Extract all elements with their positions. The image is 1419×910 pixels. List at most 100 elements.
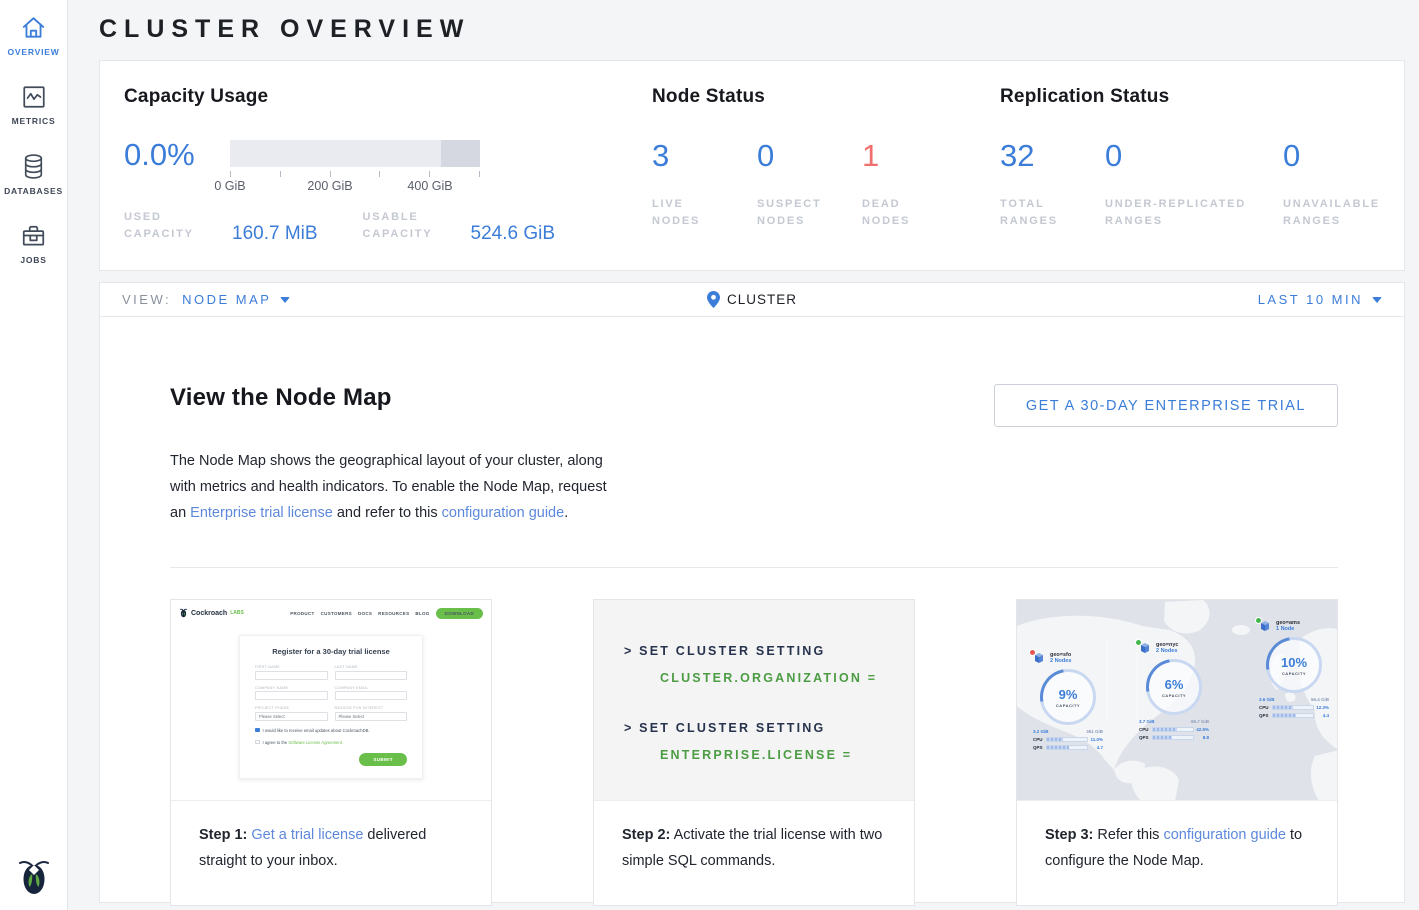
sql-command: > SET CLUSTER SETTING [624,721,914,735]
locality-sfo: geo=sfo2 Nodes 9% CAPACITY 3.2 GiB351 Gi… [1029,652,1107,750]
step-1-caption: Step 1: Get a trial license delivered st… [171,801,491,905]
sidebar: OVERVIEW METRICS DATABASES [0,0,68,910]
total-ranges-label: TOTALRANGES [1000,196,1105,230]
cockroach-labs-mini-logo: CockroachLABS [179,607,244,619]
replication-status-title: Replication Status [1000,86,1404,108]
cockroach-logo [0,856,67,898]
get-trial-license-link[interactable]: Get a trial license [251,827,363,843]
sql-commands-thumbnail: > SET CLUSTER SETTING CLUSTER.ORGANIZATI… [594,600,914,801]
sql-command: > SET CLUSTER SETTING [624,644,914,658]
description-text: . [564,505,568,521]
node-map-panel: View the Node Map GET A 30-DAY ENTERPRIS… [99,316,1405,903]
time-range-dropdown[interactable]: LAST 10 MIN [1258,292,1382,307]
step-3-card: geo=sfo2 Nodes 9% CAPACITY 3.2 GiB351 Gi… [1016,599,1338,906]
sql-setting: CLUSTER.ORGANIZATION = [660,671,914,685]
enterprise-trial-license-link[interactable]: Enterprise trial license [190,505,333,521]
capacity-bar-reserved-segment [441,140,480,167]
home-icon [20,15,47,41]
divider [170,567,1338,568]
unavailable-ranges-label: UNAVAILABLERANGES [1283,196,1380,230]
sidebar-item-label: OVERVIEW [7,47,59,57]
chevron-down-icon [1372,297,1382,303]
trial-license-form: Register for a 30-day trial license FIRS… [239,635,423,779]
step-3-caption: Step 3: Refer this configuration guide t… [1017,801,1337,905]
mini-submit-button: SUBMIT [359,753,407,766]
dead-nodes-value: 1 [862,140,967,172]
live-nodes-label: LIVENODES [652,196,757,230]
chevron-down-icon [280,297,290,303]
capacity-usage-section: Capacity Usage 0.0% 0 GiB 200 GiB 400 Gi… [124,86,652,270]
database-icon [21,153,46,180]
tick-label: 400 GiB [407,179,452,193]
sidebar-item-databases[interactable]: DATABASES [0,138,67,208]
enterprise-trial-button[interactable]: GET A 30-DAY ENTERPRISE TRIAL [994,384,1338,427]
view-label: VIEW: [122,292,171,307]
cluster-overview-page: OVERVIEW METRICS DATABASES [0,0,1419,910]
sidebar-item-metrics[interactable]: METRICS [0,69,67,138]
used-capacity-label: USED CAPACITY [124,209,220,243]
sidebar-item-label: METRICS [12,116,56,126]
capacity-gauge: 9% CAPACITY [1040,669,1096,725]
briefcase-icon [20,223,47,249]
mini-form-title: Register for a 30-day trial license [255,647,407,656]
tick-label: 0 GiB [214,179,245,193]
unavailable-ranges-stat: 0 UNAVAILABLERANGES [1283,140,1380,230]
live-status-dot [1135,639,1142,646]
capacity-percent: 0.0% [124,140,230,170]
view-toolbar: VIEW: NODE MAP CLUSTER LAST 10 MIN [99,282,1405,317]
total-ranges-value: 32 [1000,140,1105,172]
registration-page-thumbnail: CockroachLABS PRODUCTCUSTOMERSDOCSRESOUR… [171,600,491,801]
capacity-gauge: 10% CAPACITY [1266,637,1322,693]
dead-nodes-stat: 1 DEADNODES [862,140,967,230]
mini-site-nav: PRODUCTCUSTOMERSDOCSRESOURCESBLOG DOWNLO… [290,608,483,619]
sidebar-item-overview[interactable]: OVERVIEW [0,0,67,69]
live-nodes-stat: 3 LIVENODES [652,140,757,230]
sql-setting: ENTERPRISE.LICENSE = [660,748,914,762]
node-map-description: The Node Map shows the geographical layo… [170,448,622,526]
description-text: and refer to this [333,505,442,521]
live-nodes-value: 3 [652,140,757,172]
usable-capacity-label: USABLE CAPACITY [363,209,459,243]
step-1-card: CockroachLABS PRODUCTCUSTOMERSDOCSRESOUR… [170,599,492,906]
sidebar-item-label: JOBS [20,255,46,265]
used-capacity-value: 160.7 MiB [232,224,318,243]
locality-nyc: geo=nyc2 Nodes 6% CAPACITY 3.7 GiB65.7 G… [1135,642,1213,740]
capacity-axis-labels: 0 GiB 200 GiB 400 GiB [230,179,480,196]
capacity-bar-chart: 0 GiB 200 GiB 400 GiB [230,140,480,196]
live-status-dot [1255,617,1262,624]
node-map-heading: View the Node Map [170,384,392,412]
configuration-guide-link[interactable]: configuration guide [442,505,565,521]
capacity-axis-ticks [230,171,480,177]
unavailable-ranges-value: 0 [1283,140,1380,172]
node-map-thumbnail: geo=sfo2 Nodes 9% CAPACITY 3.2 GiB351 Gi… [1017,600,1337,801]
cluster-summary-card: Capacity Usage 0.0% 0 GiB 200 GiB 400 Gi… [99,60,1405,271]
locality-ams: geo=ams1 Node 10% CAPACITY 3.6 GiB56.4 G… [1255,620,1333,718]
locality-breadcrumb: CLUSTER [727,292,797,307]
under-replicated-ranges-stat: 0 UNDER-REPLICATEDRANGES [1105,140,1283,230]
capacity-gauge: 6% CAPACITY [1146,659,1202,715]
suspect-nodes-stat: 0 SUSPECTNODES [757,140,862,230]
usable-capacity-value: 524.6 GiB [471,224,556,243]
step-2-card: > SET CLUSTER SETTING CLUSTER.ORGANIZATI… [593,599,915,906]
sidebar-item-jobs[interactable]: JOBS [0,208,67,277]
node-status-section: Node Status 3 LIVENODES 0 SUSPECTNODES 1… [652,86,1000,270]
mini-download-button: DOWNLOAD [436,608,483,619]
main-content: CLUSTER OVERVIEW Capacity Usage 0.0% 0 G… [69,0,1419,910]
under-replicated-ranges-label: UNDER-REPLICATEDRANGES [1105,196,1283,230]
total-ranges-stat: 32 TOTALRANGES [1000,140,1105,230]
usable-capacity-stat: USABLE CAPACITY 524.6 GiB [363,209,556,243]
node-status-title: Node Status [652,86,1000,108]
suspect-nodes-label: SUSPECTNODES [757,196,862,230]
configuration-guide-link[interactable]: configuration guide [1163,827,1286,843]
step-2-caption: Step 2: Activate the trial license with … [594,801,914,905]
dead-nodes-label: DEADNODES [862,196,967,230]
used-capacity-stat: USED CAPACITY 160.7 MiB [124,209,318,243]
dead-status-dot [1029,649,1036,656]
location-pin-icon [707,291,720,308]
metrics-chart-icon [21,84,47,110]
page-title: CLUSTER OVERVIEW [99,15,1405,44]
replication-status-section: Replication Status 32 TOTALRANGES 0 UNDE… [1000,86,1404,270]
suspect-nodes-value: 0 [757,140,862,172]
tick-label: 200 GiB [307,179,352,193]
view-selector-dropdown[interactable]: NODE MAP [182,292,290,307]
